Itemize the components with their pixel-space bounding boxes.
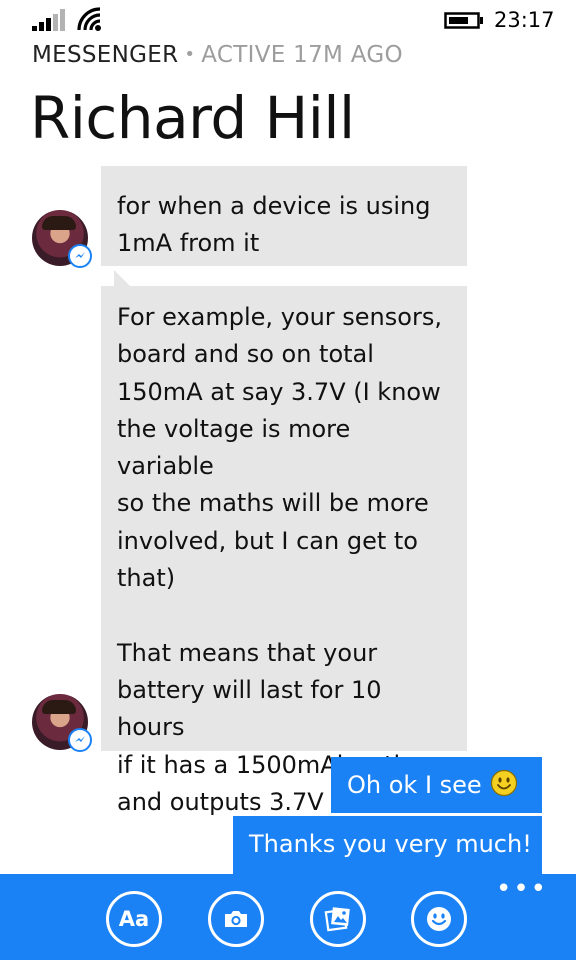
wifi-icon — [77, 7, 101, 31]
incoming-message[interactable]: for when a device is using 1mA from it — [101, 166, 467, 266]
app-bar: ••• Aa — [0, 874, 576, 960]
bubble-tail — [114, 270, 130, 286]
avatar[interactable] — [32, 210, 92, 268]
app-name: MESSENGER — [32, 42, 179, 68]
status-time: 23:17 — [494, 8, 555, 32]
message-text: Thanks you very much! — [249, 830, 532, 858]
message-text: Oh ok I see — [347, 771, 482, 799]
outgoing-message[interactable]: Oh ok I see — [331, 757, 542, 813]
message-text: For example, your sensors, board and so … — [117, 303, 442, 816]
message-text: for when a device is using 1mA from it — [117, 192, 431, 258]
text-format-button[interactable]: Aa — [106, 891, 162, 947]
emoji-button[interactable] — [411, 891, 467, 947]
contact-name[interactable]: Richard Hill — [30, 84, 355, 152]
incoming-message[interactable]: For example, your sensors, board and so … — [101, 286, 467, 816]
messenger-badge-icon — [68, 244, 92, 268]
smiley-icon — [490, 769, 517, 797]
text-format-label: Aa — [118, 907, 150, 931]
outgoing-message[interactable]: Thanks you very much! — [233, 816, 542, 874]
camera-icon — [225, 911, 247, 927]
header-separator: • — [184, 44, 196, 65]
photo-button[interactable] — [310, 891, 366, 947]
more-options-button[interactable]: ••• — [496, 876, 548, 902]
status-bar: 23:17 — [0, 0, 576, 40]
emoji-icon — [427, 907, 451, 931]
app-header: MESSENGER • ACTIVE 17M AGO — [32, 42, 403, 68]
active-status: ACTIVE 17M AGO — [201, 42, 403, 68]
messenger-badge-icon — [68, 728, 92, 752]
camera-button[interactable] — [208, 891, 264, 947]
photo-icon — [324, 907, 350, 932]
signal-icon — [32, 9, 66, 31]
battery-icon — [444, 12, 483, 29]
conversation-thread[interactable]: for when a device is using 1mA from it F… — [0, 160, 576, 874]
avatar[interactable] — [32, 694, 92, 752]
